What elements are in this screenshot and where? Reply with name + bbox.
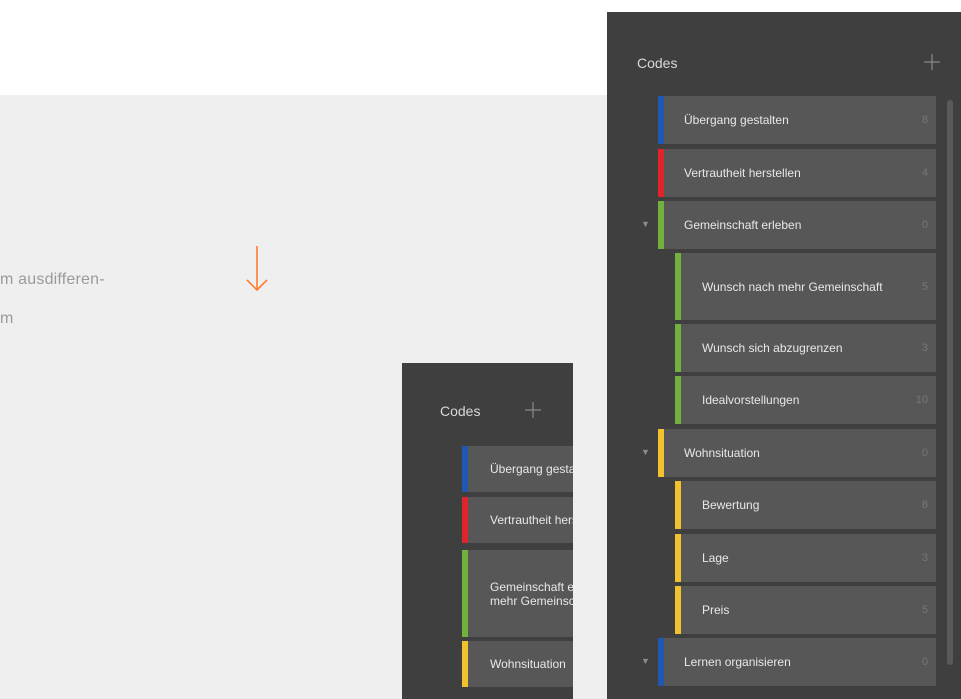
caption-line-2: m [0,310,14,327]
code-label: Wohnsituation [684,446,760,460]
code-item[interactable]: Wunsch nach mehr Gemeinschaft 5 [675,253,936,320]
code-label: Bewertung [702,498,760,512]
add-code-plus-icon[interactable] [524,401,542,419]
caption-line-1: m ausdifferen- [0,271,105,288]
code-item[interactable]: Gemeinschaft erleben/ Wunsch nach mehr G… [462,550,573,637]
code-label: Übergang gestalten [490,462,573,476]
code-item[interactable]: Übergang gestalten 8 [658,96,936,144]
scrollbar[interactable] [947,100,953,665]
panel-title: Codes [637,55,678,71]
code-count: 10 [915,394,928,406]
code-label: Übergang gestalten [684,113,789,127]
panel-header: Codes [402,363,573,419]
expand-triangle-icon[interactable]: ▼ [641,219,650,229]
code-item[interactable]: Idealvorstellungen 10 [675,376,936,424]
code-color-bar [658,201,664,249]
code-color-bar [462,641,468,687]
expand-triangle-icon[interactable]: ▼ [641,656,650,666]
code-count: 0 [921,219,928,231]
code-color-bar [675,586,681,634]
code-item[interactable]: Übergang gestalten8 [462,446,573,492]
code-item[interactable]: Vertrautheit herstellen 4 [658,149,936,197]
code-count: 5 [921,280,928,293]
code-count: 5 [921,604,928,616]
code-label: Lernen organisieren [684,655,791,669]
code-color-bar [675,376,681,424]
panel-title: Codes [440,403,481,419]
code-color-bar [675,481,681,529]
code-color-bar [675,324,681,372]
code-label: Wunsch sich abzugrenzen [702,341,843,355]
code-count: 8 [921,499,928,511]
code-label: Gemeinschaft erleben [684,218,802,232]
code-item[interactable]: Lage 3 [675,534,936,582]
code-label: Vertrautheit herstellen [490,513,573,527]
code-label: Gemeinschaft erleben/ Wunsch nach mehr G… [490,579,573,608]
code-color-bar [675,534,681,582]
code-color-bar [658,429,664,477]
expand-triangle-icon[interactable]: ▼ [641,447,650,457]
code-count: 4 [921,167,928,179]
code-item[interactable]: Vertrautheit herstellen4 [462,497,573,543]
arrow-down-icon [242,244,272,294]
code-color-bar [462,446,468,492]
code-label: Vertrautheit herstellen [684,166,801,180]
code-label: Wunsch nach mehr Gemeinschaft [702,279,883,294]
code-color-bar [658,149,664,197]
code-count: 8 [921,114,928,126]
code-label: Idealvorstellungen [702,393,800,407]
code-item[interactable]: Bewertung 8 [675,481,936,529]
code-color-bar [462,497,468,543]
code-label: Wohnsituation [490,657,566,671]
code-item[interactable]: Wohnsituation17 [462,641,573,687]
code-color-bar [658,96,664,144]
code-item[interactable]: Wunsch sich abzugrenzen 3 [675,324,936,372]
add-code-plus-icon[interactable] [923,53,941,71]
code-item[interactable]: Lernen organisieren 0 [658,638,936,686]
code-label: Preis [702,603,730,617]
panel-header: Codes [607,12,961,71]
code-color-bar [462,550,468,637]
code-item[interactable]: Gemeinschaft erleben 0 [658,201,936,249]
code-item[interactable]: Wohnsituation 0 [658,429,936,477]
code-count: 3 [921,342,928,354]
code-label: Lage [702,551,729,565]
code-color-bar [675,253,681,320]
code-item[interactable]: Preis 5 [675,586,936,634]
code-count: 3 [921,552,928,564]
codes-panel-collapsed: Codes Übergang gestalten8 Vertrautheit he… [402,363,573,699]
codes-panel-expanded: Codes Übergang gestalten 8 Vertrautheit he… [607,12,961,699]
code-count: 0 [921,447,928,459]
code-count: 0 [921,656,928,668]
code-color-bar [658,638,664,686]
